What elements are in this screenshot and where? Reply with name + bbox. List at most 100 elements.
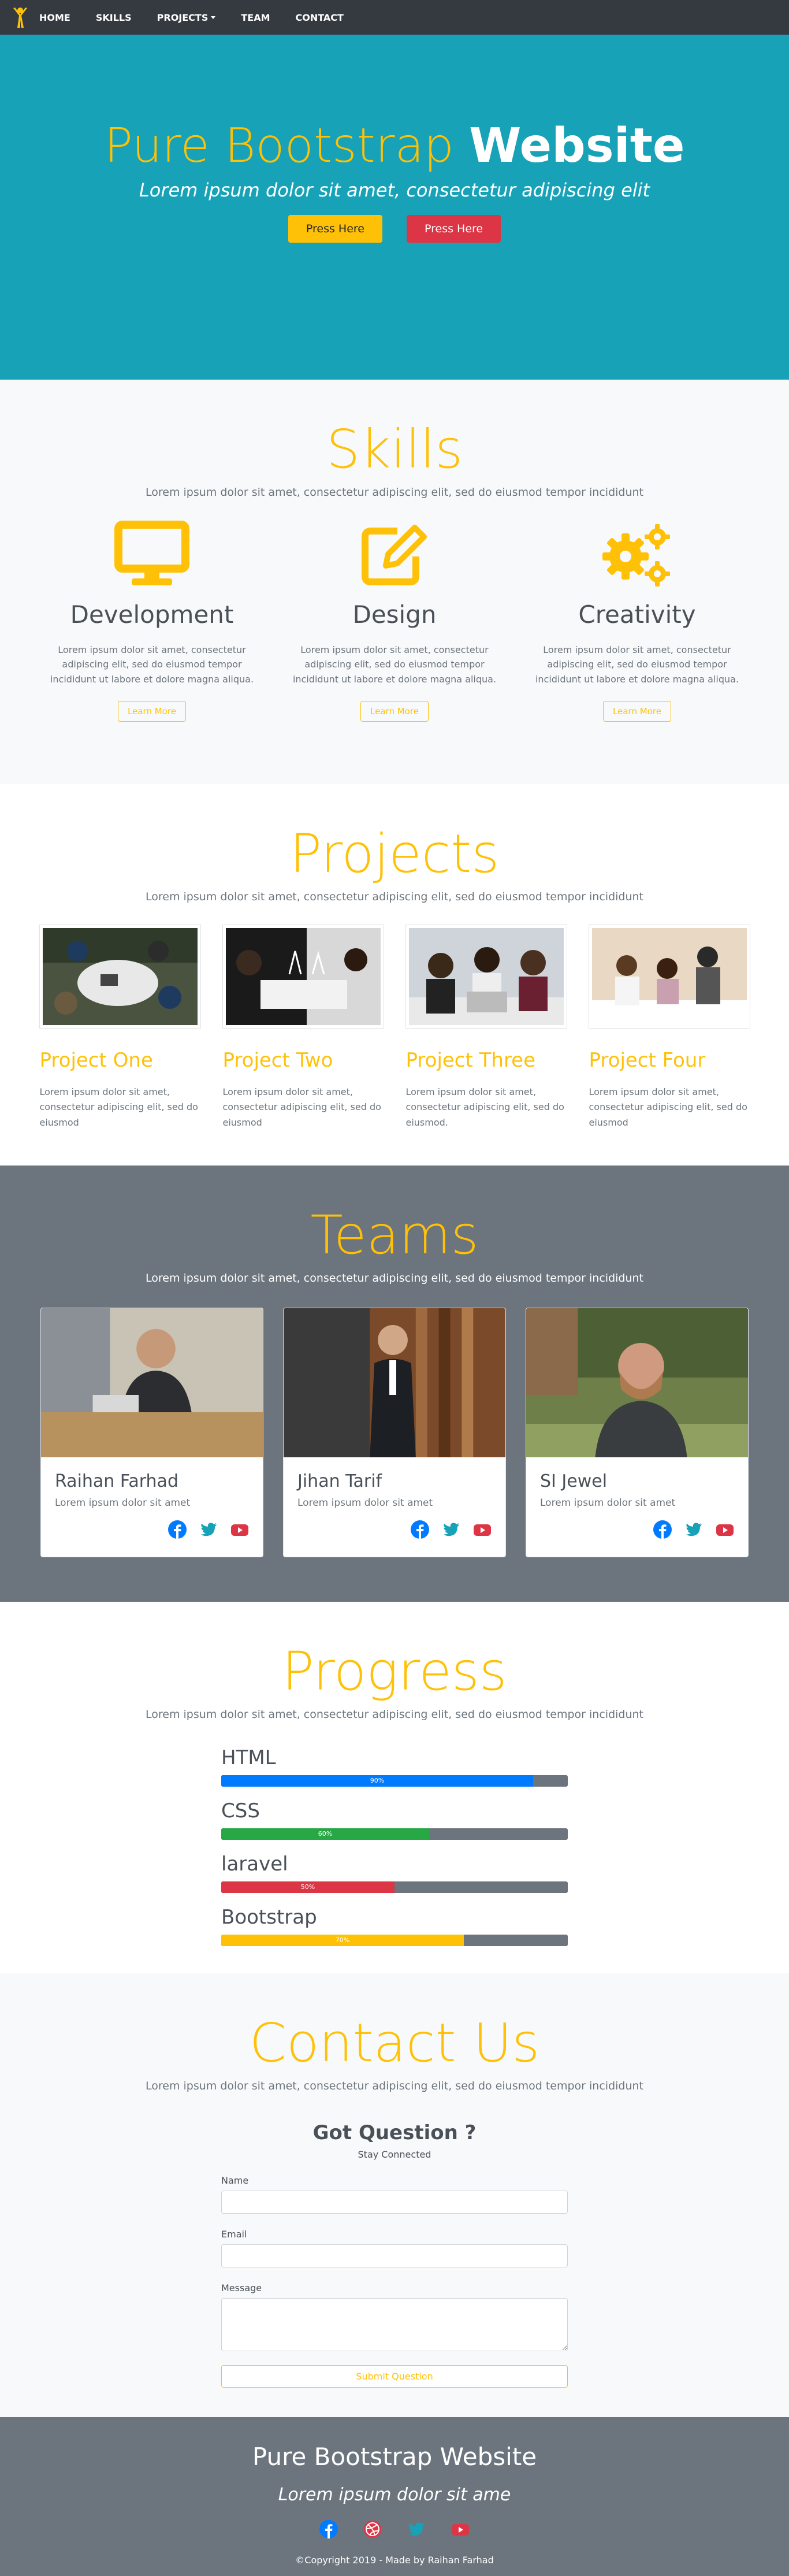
cogs-icon bbox=[602, 524, 670, 587]
team-photo bbox=[41, 1308, 263, 1457]
teams-section: Teams Lorem ipsum dolor sit amet, consec… bbox=[0, 1165, 789, 1602]
teams-subtitle: Lorem ipsum dolor sit amet, consectetur … bbox=[145, 1271, 644, 1285]
hero-subtitle: Lorem ipsum dolor sit amet, consectetur … bbox=[139, 179, 650, 202]
progress-fill-bootstrap: 70% bbox=[221, 1934, 464, 1946]
message-field[interactable] bbox=[221, 2297, 568, 2351]
dribbble-icon[interactable] bbox=[363, 2520, 382, 2538]
team-card: Raihan Farhad Lorem ipsum dolor sit amet bbox=[40, 1307, 263, 1557]
facebook-icon[interactable] bbox=[319, 2520, 338, 2538]
member-name: Raihan Farhad bbox=[55, 1471, 178, 1491]
project-title[interactable]: Project Four bbox=[589, 1049, 750, 1072]
progress-subtitle: Lorem ipsum dolor sit amet, consectetur … bbox=[145, 1708, 644, 1721]
project-text: Lorem ipsum dolor sit amet, consectetur … bbox=[405, 1086, 564, 1128]
monitor-icon bbox=[114, 520, 189, 585]
youtube-icon[interactable] bbox=[451, 2520, 470, 2538]
hero-title: Pure Bootstrap Website bbox=[0, 120, 789, 172]
project-image[interactable] bbox=[222, 925, 384, 1028]
skills-subtitle: Lorem ipsum dolor sit amet, consectetur … bbox=[145, 485, 644, 499]
contact-section: Contact Us Lorem ipsum dolor sit amet, c… bbox=[0, 1973, 789, 2417]
twitter-icon[interactable] bbox=[407, 2520, 426, 2538]
project-title[interactable]: Project Two bbox=[223, 1049, 384, 1072]
progress-label-css: CSS bbox=[221, 1799, 260, 1822]
progress-bar-css: 60% bbox=[221, 1828, 568, 1840]
footer-subtitle: Lorem ipsum dolor sit ame bbox=[278, 2485, 511, 2505]
team-card: SI Jewel Lorem ipsum dolor sit amet bbox=[526, 1307, 749, 1557]
progress-title: Progress bbox=[282, 1640, 507, 1702]
projects-subtitle: Lorem ipsum dolor sit amet, consectetur … bbox=[145, 890, 644, 903]
skill-title: Development bbox=[70, 600, 234, 629]
progress-fill-laravel: 50% bbox=[221, 1881, 394, 1893]
facebook-icon[interactable] bbox=[653, 1520, 672, 1539]
project-image[interactable] bbox=[405, 925, 567, 1028]
contact-heading: Got Question ? bbox=[312, 2121, 477, 2144]
learn-more-button[interactable]: Learn More bbox=[603, 700, 671, 722]
message-label: Message bbox=[221, 2282, 262, 2293]
copyright-text: ©Copyright 2019 - Made by Raihan Farhad bbox=[295, 2555, 494, 2566]
skills-title: Skills bbox=[326, 418, 463, 480]
contact-subtitle: Lorem ipsum dolor sit amet, consectetur … bbox=[145, 2079, 644, 2092]
team-photo bbox=[284, 1308, 505, 1457]
twitter-icon[interactable] bbox=[442, 1520, 460, 1539]
teams-title: Teams bbox=[310, 1204, 479, 1266]
project-text: Lorem ipsum dolor sit amet, consectetur … bbox=[589, 1086, 747, 1128]
projects-row: Project One Lorem ipsum dolor sit amet, … bbox=[0, 925, 789, 1130]
project-title[interactable]: Project One bbox=[40, 1049, 200, 1072]
progress-label-bootstrap: Bootstrap bbox=[221, 1905, 317, 1929]
email-field[interactable] bbox=[221, 2244, 568, 2267]
team-card: Jihan Tarif Lorem ipsum dolor sit amet bbox=[283, 1307, 506, 1557]
team-row: Raihan Farhad Lorem ipsum dolor sit amet… bbox=[0, 1307, 789, 1557]
nav-home[interactable]: HOME bbox=[39, 12, 70, 23]
progress-fill-html: 90% bbox=[221, 1775, 533, 1787]
twitter-icon[interactable] bbox=[199, 1520, 218, 1539]
member-role: Lorem ipsum dolor sit amet bbox=[540, 1497, 676, 1509]
facebook-icon[interactable] bbox=[168, 1520, 187, 1539]
project-image[interactable] bbox=[589, 925, 750, 1028]
progress-list: HTML 90% CSS 60% laravel 50% Bootstrap 7… bbox=[221, 1746, 568, 1946]
project-title[interactable]: Project Three bbox=[406, 1049, 567, 1072]
skill-text: Lorem ipsum dolor sit amet, consectetur … bbox=[292, 644, 497, 685]
project-image[interactable] bbox=[39, 925, 200, 1028]
name-field[interactable] bbox=[221, 2190, 568, 2214]
progress-bar-laravel: 50% bbox=[221, 1881, 568, 1893]
youtube-icon[interactable] bbox=[230, 1520, 249, 1539]
press-here-button-primary[interactable]: Press Here bbox=[288, 215, 382, 243]
progress-label-html: HTML bbox=[221, 1746, 276, 1769]
projects-section: Projects Lorem ipsum dolor sit amet, con… bbox=[0, 784, 789, 1165]
member-role: Lorem ipsum dolor sit amet bbox=[55, 1497, 191, 1509]
nav-skills[interactable]: SKILLS bbox=[96, 12, 132, 23]
progress-label-laravel: laravel bbox=[221, 1852, 288, 1876]
learn-more-button[interactable]: Learn More bbox=[360, 700, 429, 722]
contact-form: Name Email Message Submit Question bbox=[221, 2175, 568, 2388]
skill-card: Creativity Lorem ipsum dolor sit amet, c… bbox=[525, 521, 749, 722]
member-role: Lorem ipsum dolor sit amet bbox=[297, 1497, 433, 1509]
footer-socials bbox=[0, 2520, 789, 2538]
youtube-icon[interactable] bbox=[473, 1520, 492, 1539]
member-socials bbox=[540, 1520, 734, 1539]
nav-team[interactable]: TEAM bbox=[241, 12, 270, 23]
skill-card: Design Lorem ipsum dolor sit amet, conse… bbox=[282, 521, 507, 722]
press-here-button-secondary[interactable]: Press Here bbox=[407, 215, 501, 243]
nav-projects-dropdown[interactable]: PROJECTS bbox=[157, 12, 216, 23]
project-text: Lorem ipsum dolor sit amet, consectetur … bbox=[39, 1086, 198, 1128]
team-photo bbox=[526, 1308, 748, 1457]
skills-section: Skills Lorem ipsum dolor sit amet, conse… bbox=[0, 380, 789, 784]
progress-fill-css: 60% bbox=[221, 1828, 429, 1840]
learn-more-button[interactable]: Learn More bbox=[118, 700, 186, 722]
progress-section: Progress Lorem ipsum dolor sit amet, con… bbox=[0, 1602, 789, 1973]
footer: Pure Bootstrap Website Lorem ipsum dolor… bbox=[0, 2417, 789, 2576]
email-label: Email bbox=[221, 2228, 247, 2240]
progress-bar-html: 90% bbox=[221, 1775, 568, 1787]
member-socials bbox=[297, 1520, 492, 1539]
hero-section: Pure Bootstrap Website Lorem ipsum dolor… bbox=[0, 35, 789, 380]
progress-bar-bootstrap: 70% bbox=[221, 1934, 568, 1946]
hero-title-light: Pure Bootstrap bbox=[104, 118, 469, 173]
nav-contact[interactable]: CONTACT bbox=[296, 12, 344, 23]
project-card: Project Three Lorem ipsum dolor sit amet… bbox=[405, 925, 567, 1130]
twitter-icon[interactable] bbox=[684, 1520, 703, 1539]
youtube-icon[interactable] bbox=[716, 1520, 734, 1539]
submit-question-button[interactable]: Submit Question bbox=[221, 2365, 568, 2388]
skill-title: Design bbox=[352, 600, 437, 629]
logo-icon[interactable] bbox=[12, 6, 29, 29]
facebook-icon[interactable] bbox=[411, 1520, 429, 1539]
skill-title: Creativity bbox=[578, 600, 696, 629]
